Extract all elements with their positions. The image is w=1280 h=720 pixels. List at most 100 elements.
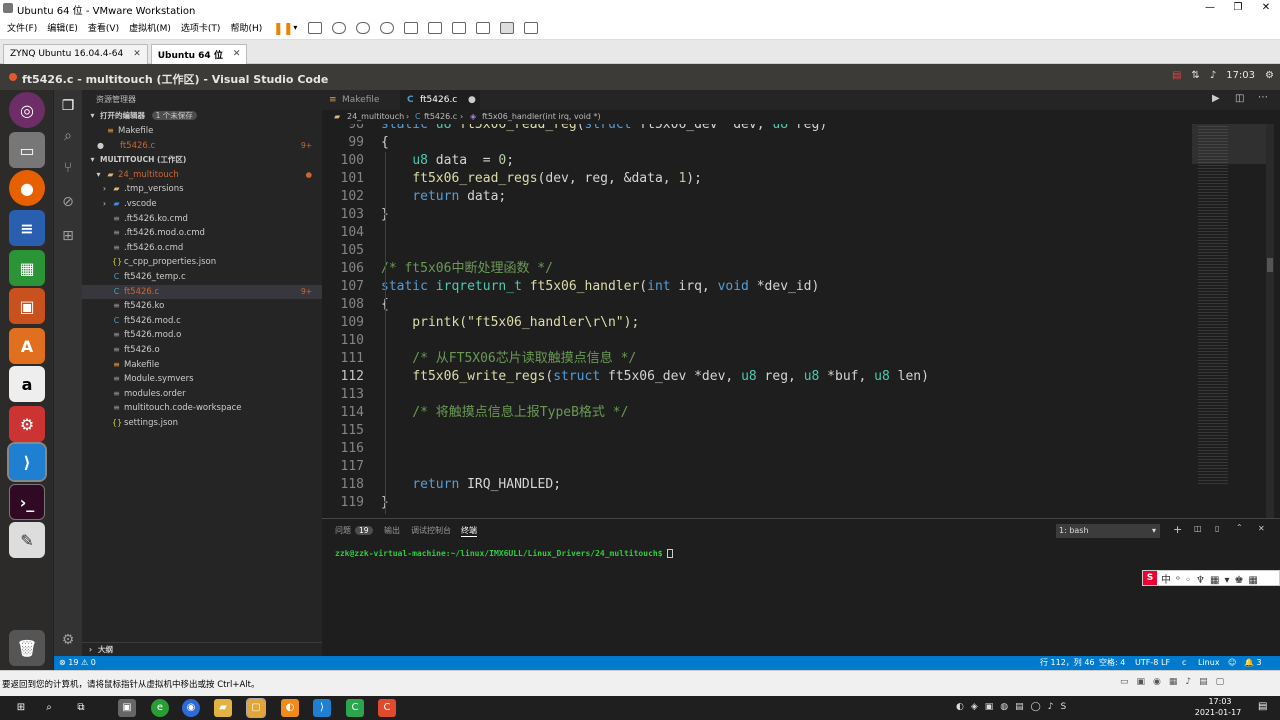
tree-item[interactable]: ≡ ft5426.o (82, 343, 322, 358)
library-icon[interactable] (404, 21, 419, 34)
more-actions-icon[interactable]: ⋯ (1258, 92, 1268, 103)
vertical-scrollbar[interactable] (1266, 124, 1274, 518)
send-keys-icon[interactable] (308, 21, 323, 34)
console-view-icon[interactable] (500, 21, 515, 34)
taskbar-date[interactable]: 2021-01-17 (1190, 708, 1246, 717)
unity-icon[interactable] (476, 21, 491, 34)
tree-item[interactable]: ≡ Module.symvers (82, 372, 322, 387)
minimize-icon[interactable]: — (1196, 0, 1224, 15)
tab-terminal[interactable]: 终端 (461, 525, 477, 537)
calc-icon[interactable]: ▦ (9, 250, 45, 286)
workspace-header[interactable]: ▾ MULTITOUCH (工作区) (82, 153, 322, 168)
tree-item[interactable]: Cft5426.mod.c (82, 314, 322, 329)
cursor-position[interactable]: 行 112，列 46 (1040, 656, 1095, 670)
tree-item[interactable]: ≡ Makefile (82, 358, 322, 373)
volume-icon[interactable]: ♪ (1210, 70, 1216, 81)
terminal-output[interactable]: zzk@zzk-virtual-machine:~/linux/IMX6ULL/… (335, 549, 674, 558)
tree-item[interactable]: ≡ ft5426.mod.o (82, 328, 322, 343)
search-icon[interactable]: ⌕ (58, 126, 78, 146)
stretch-icon[interactable] (524, 21, 539, 34)
search-icon[interactable]: ⌕ (40, 699, 58, 717)
extensions-icon[interactable]: ⊞ (58, 226, 78, 246)
tab-zynq-ubuntu[interactable]: ZYNQ Ubuntu 16.04.4-64 ✕ (3, 43, 148, 64)
tree-item[interactable]: Cft5426_temp.c (82, 270, 322, 285)
code-line[interactable]: printk("ft5x06_handler\r\n"); (381, 314, 639, 332)
ime-toolbar[interactable]: S 中ᵒ◦♆▦▾♚▦ (1142, 570, 1280, 586)
code-line[interactable]: static irqreturn_t ft5x06_handler(int ir… (381, 278, 819, 296)
tree-item[interactable]: {} c_cpp_properties.json (82, 255, 322, 270)
app-c-icon[interactable]: C (346, 699, 364, 717)
snapshot-icon[interactable] (332, 21, 347, 34)
writer-icon[interactable]: ≡ (9, 210, 45, 246)
code-line[interactable]: /* ft5x06中断处理函数 */ (381, 260, 553, 278)
app-c2-icon[interactable]: C (378, 699, 396, 717)
clock[interactable]: 17:03 (1226, 70, 1255, 81)
breadcrumb-folder[interactable]: 24_multitouch (347, 110, 404, 124)
tab-debug-console[interactable]: 调试控制台 (411, 525, 451, 536)
menu-view[interactable]: 查看(V) (88, 21, 119, 34)
dash-icon[interactable]: ◎ (9, 92, 45, 128)
tree-item[interactable]: ≡ .ft5426.mod.o.cmd (82, 226, 322, 241)
impress-icon[interactable]: ▣ (9, 288, 45, 324)
code-line[interactable]: static u8 ft5x06_read_reg(struct ft5x06_… (381, 124, 827, 134)
maximize-icon[interactable]: ❐ (1224, 0, 1252, 15)
tree-item[interactable]: ≡ modules.order (82, 387, 322, 402)
tree-item[interactable]: ≡ .ft5426.o.cmd (82, 241, 322, 256)
amazon-icon[interactable]: a (9, 366, 45, 402)
fullscreen-icon[interactable] (452, 21, 467, 34)
vscode-icon[interactable]: ⟩ (7, 442, 47, 482)
unsaved-dot-icon[interactable]: ● (468, 90, 476, 110)
explorer-icon[interactable]: ❐ (58, 96, 78, 116)
vmware-icon[interactable]: ▢ (246, 698, 266, 718)
code-line[interactable]: ft5x06_write_regs(struct ft5x06_dev *dev… (381, 368, 929, 386)
open-editors-header[interactable]: ▾ 打开的编辑器 1 个未保存 (82, 109, 322, 124)
files-icon[interactable]: ▭ (9, 132, 45, 168)
feedback-icon[interactable]: ☺ (1228, 656, 1236, 670)
close-icon[interactable]: ✕ (1258, 524, 1265, 533)
ime-tools-icon[interactable]: 中ᵒ◦♆▦▾♚▦ (1161, 571, 1263, 586)
tree-item[interactable]: ≡ .ft5426.ko.cmd (82, 212, 322, 227)
tree-item[interactable]: Cft5426.c 9+ (82, 284, 322, 300)
tab-makefile[interactable]: ≡ Makefile (322, 90, 398, 110)
tab-problems[interactable]: 问题 19 (335, 525, 373, 536)
keyboard-input-icon[interactable]: ▤ (1172, 70, 1181, 81)
code-line[interactable]: return IRQ_HANDLED; (381, 476, 561, 494)
language-mode[interactable]: c (1182, 656, 1186, 670)
code-line[interactable]: return data; (381, 188, 506, 206)
minimap[interactable] (1192, 124, 1268, 518)
menu-edit[interactable]: 编辑(E) (47, 21, 78, 34)
menu-file[interactable]: 文件(F) (7, 21, 37, 34)
software-center-icon[interactable]: A (9, 328, 45, 364)
tab-output[interactable]: 输出 (384, 525, 400, 536)
trash-icon[interactable]: ▯ (1215, 524, 1219, 533)
platform[interactable]: Linux (1198, 656, 1220, 670)
revert-snapshot-icon[interactable] (356, 21, 371, 34)
outline-header[interactable]: › 大纲 (82, 642, 322, 657)
tree-item[interactable]: › ▰ .vscode (82, 197, 322, 212)
indentation[interactable]: 空格: 4 (1099, 656, 1125, 670)
run-icon[interactable]: ▶ (1212, 93, 1220, 104)
pause-icon[interactable]: ❚❚ (273, 21, 293, 35)
notifications[interactable]: 🔔 3 (1244, 656, 1262, 670)
close-icon[interactable]: ✕ (1252, 0, 1280, 15)
camera-app-icon[interactable]: ▣ (118, 699, 136, 717)
settings-icon[interactable]: ⚙ (9, 406, 45, 442)
device-icons[interactable]: ▭▣◉▦♪▤▢ (1120, 677, 1232, 687)
taskbar-time[interactable]: 17:03 (1196, 697, 1244, 706)
chevron-up-icon[interactable]: ⌃ (1236, 523, 1243, 532)
trash-icon[interactable]: 🗑 (9, 630, 45, 666)
menu-vm[interactable]: 虚拟机(M) (129, 21, 171, 34)
add-terminal-icon[interactable]: + (1173, 523, 1182, 536)
menu-tabs[interactable]: 选项卡(T) (181, 21, 221, 34)
problems-status[interactable]: ⊗ 19 ⚠ 0 (59, 656, 96, 670)
eol[interactable]: LF (1161, 656, 1170, 670)
code-line[interactable]: { (381, 134, 389, 152)
tree-item[interactable]: ≡ multitouch.code-workspace (82, 401, 322, 416)
scrollbar-thumb[interactable] (1267, 258, 1273, 272)
code-line[interactable]: /* 将触摸点信息上报TypeB格式 */ (381, 404, 628, 422)
code-editor[interactable]: 98 static u8 ft5x06_read_reg(struct ft5x0… (322, 124, 1192, 518)
close-window-icon[interactable] (9, 73, 17, 81)
breadcrumb-file[interactable]: ft5426.c (424, 110, 457, 124)
network-icon[interactable]: ⇅ (1191, 70, 1199, 81)
tree-item[interactable]: ≡ ft5426.ko (82, 299, 322, 314)
